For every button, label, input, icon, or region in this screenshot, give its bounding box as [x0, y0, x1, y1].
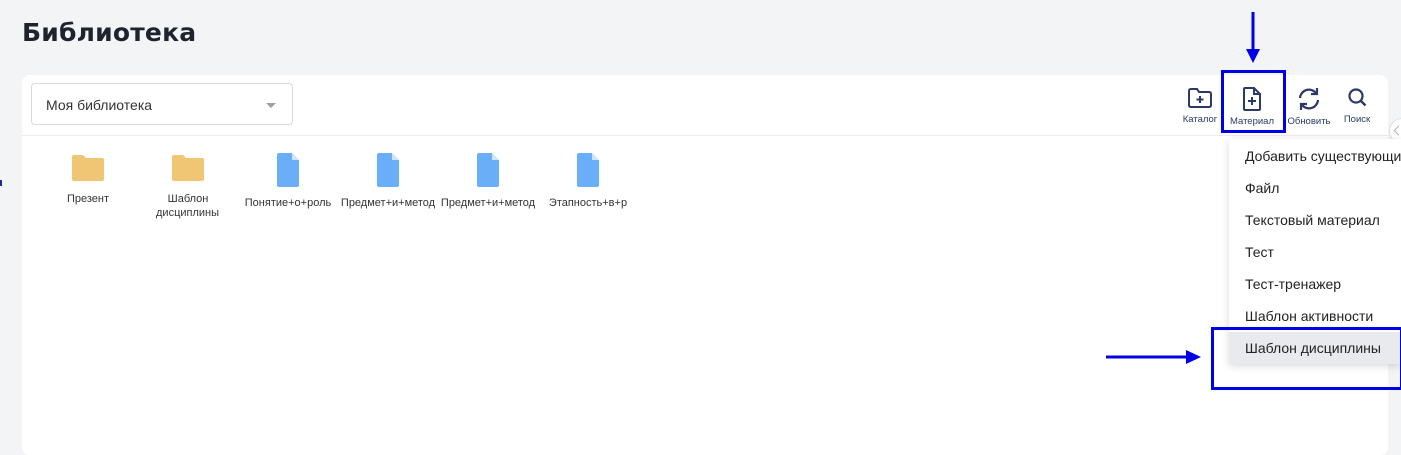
folder-icon: [172, 155, 204, 181]
annotation-arrow-icon: [1246, 12, 1260, 63]
file-icon: [477, 153, 499, 187]
file-plus-icon: [1243, 87, 1261, 111]
menu-item-test[interactable]: Тест: [1229, 236, 1401, 268]
item-name: Предмет+и+метод: [440, 197, 536, 209]
file-icon: [377, 153, 399, 187]
menu-item-discipline-template[interactable]: Шаблон дисциплины: [1229, 332, 1401, 364]
menu-item-activity-template[interactable]: Шаблон активности: [1229, 300, 1401, 332]
file-item[interactable]: Предмет+и+метод: [340, 153, 436, 210]
item-name: Понятие+о+роль: [244, 197, 332, 209]
item-name: Предмет+и+метод: [340, 197, 436, 209]
menu-item-test-trainer[interactable]: Тест-тренажер: [1229, 268, 1401, 300]
add-material-button[interactable]: Материал: [1224, 83, 1280, 129]
file-item[interactable]: Предмет+и+метод: [440, 153, 536, 210]
search-button[interactable]: Поиск: [1329, 83, 1385, 129]
library-panel: Моя библиотека Каталог Материал Обновить…: [22, 75, 1388, 455]
item-name: Этапность+в+р: [548, 197, 628, 209]
folder-plus-icon: [1188, 88, 1212, 108]
folder-item[interactable]: Шаблон дисциплины...: [140, 153, 236, 220]
folder-item[interactable]: Презент: [40, 153, 136, 206]
page-title: Библиотека: [22, 18, 197, 47]
library-toolbar: Моя библиотека Каталог Материал Обновить…: [22, 75, 1388, 136]
add-catalog-button[interactable]: Каталог: [1172, 83, 1228, 129]
file-item[interactable]: Понятие+о+роль: [240, 153, 336, 210]
file-icon: [577, 153, 599, 187]
add-material-label: Материал: [1229, 116, 1275, 127]
library-select[interactable]: Моя библиотека: [31, 83, 293, 125]
search-icon: [1348, 88, 1367, 107]
library-select-value: Моя библиотека: [46, 97, 153, 113]
refresh-icon: [1298, 88, 1320, 110]
folder-icon: [72, 155, 104, 181]
menu-item-text-material[interactable]: Текстовый материал: [1229, 204, 1401, 236]
left-edge-mark: [0, 180, 2, 186]
add-catalog-label: Каталог: [1182, 114, 1218, 125]
item-name: Шаблон дисциплины...: [156, 193, 220, 219]
file-icon: [277, 153, 299, 187]
item-name: Презент: [66, 193, 110, 205]
menu-item-add-existing[interactable]: Добавить существующий: [1229, 140, 1401, 172]
material-dropdown-menu: Добавить существующий Файл Текстовый мат…: [1229, 139, 1401, 364]
file-item[interactable]: Этапность+в+р: [540, 153, 636, 210]
menu-item-file[interactable]: Файл: [1229, 172, 1401, 204]
search-label: Поиск: [1343, 114, 1371, 125]
chevron-down-icon: [266, 103, 276, 108]
